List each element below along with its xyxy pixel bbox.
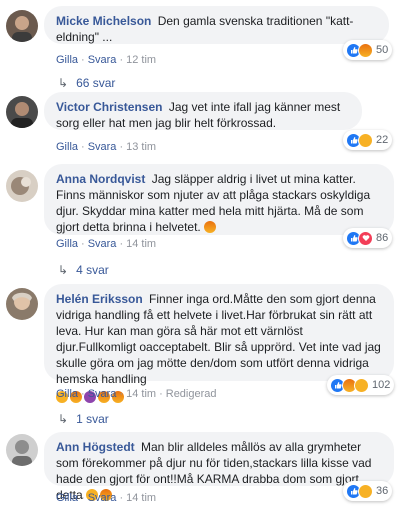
comment-author[interactable]: Ann Högstedt bbox=[56, 440, 135, 454]
comment-actions: Gilla · Svara · 13 tim bbox=[56, 141, 157, 153]
reply-arrow-icon: ↳ bbox=[58, 412, 69, 426]
reply-arrow-icon: ↳ bbox=[58, 76, 69, 90]
love-reaction-icon bbox=[358, 230, 373, 246]
comment-time[interactable]: 14 tim bbox=[126, 388, 156, 400]
comment-time[interactable]: 12 tim bbox=[126, 54, 156, 66]
angry-emoji-icon bbox=[204, 221, 217, 233]
comment-bubble: Ann Högstedt Man blir alldeles mållös av… bbox=[44, 432, 394, 502]
view-replies-link[interactable]: ↳ 4 svar bbox=[58, 263, 109, 277]
comment-bubble: Anna Nordqvist Jag släpper aldrig i live… bbox=[44, 164, 394, 235]
reaction-count: 36 bbox=[376, 485, 389, 497]
comment-time[interactable]: 13 tim bbox=[126, 141, 156, 153]
comment-time[interactable]: 14 tim bbox=[126, 238, 156, 250]
reply-link[interactable]: Svara bbox=[88, 492, 117, 504]
comment-author[interactable]: Helén Eriksson bbox=[56, 292, 143, 306]
sad-reaction-icon bbox=[358, 132, 373, 148]
comment-actions: Gilla · Svara · 14 tim bbox=[56, 238, 157, 250]
reply-link[interactable]: Svara bbox=[88, 388, 117, 400]
like-link[interactable]: Gilla bbox=[56, 54, 78, 66]
avatar[interactable] bbox=[6, 434, 38, 466]
replies-label[interactable]: 1 svar bbox=[76, 412, 109, 426]
angry-reaction-icon bbox=[358, 42, 373, 58]
avatar[interactable] bbox=[6, 96, 38, 128]
sad-reaction-icon bbox=[354, 377, 369, 393]
like-link[interactable]: Gilla bbox=[56, 388, 78, 400]
replies-label[interactable]: 4 svar bbox=[76, 263, 109, 277]
reaction-summary[interactable]: 50 bbox=[343, 40, 393, 60]
comment-actions: Gilla · Svara · 14 tim · Redigerad bbox=[56, 388, 217, 400]
comment-bubble: Victor Christensen Jag vet inte ifall ja… bbox=[44, 92, 362, 130]
comment-actions: Gilla · Svara · 12 tim bbox=[56, 54, 157, 66]
reaction-summary[interactable]: 36 bbox=[343, 481, 393, 501]
like-link[interactable]: Gilla bbox=[56, 492, 78, 504]
reply-link[interactable]: Svara bbox=[88, 238, 117, 250]
sad-reaction-icon bbox=[358, 483, 373, 499]
replies-label[interactable]: 66 svar bbox=[76, 76, 115, 90]
reaction-count: 86 bbox=[376, 232, 389, 244]
comment-text: Finner inga ord.Måtte den som gjort denn… bbox=[56, 292, 381, 386]
view-replies-link[interactable]: ↳ 1 svar bbox=[58, 412, 109, 426]
edited-label[interactable]: Redigerad bbox=[166, 388, 217, 400]
reaction-count: 102 bbox=[372, 379, 391, 391]
comment-bubble: Micke Michelson Den gamla svenska tradit… bbox=[44, 6, 389, 44]
reaction-summary[interactable]: 86 bbox=[343, 228, 393, 248]
comment-bubble: Helén Eriksson Finner inga ord.Måtte den… bbox=[44, 284, 394, 403]
reply-link[interactable]: Svara bbox=[88, 141, 117, 153]
comment-author[interactable]: Micke Michelson bbox=[56, 14, 151, 28]
avatar[interactable] bbox=[6, 288, 38, 320]
view-replies-link[interactable]: ↳ 66 svar bbox=[58, 76, 115, 90]
reply-link[interactable]: Svara bbox=[88, 54, 117, 66]
comment-author[interactable]: Victor Christensen bbox=[56, 100, 162, 114]
comment-author[interactable]: Anna Nordqvist bbox=[56, 172, 145, 186]
reply-arrow-icon: ↳ bbox=[58, 263, 69, 277]
comment-actions: Gilla · Svara · 14 tim bbox=[56, 492, 157, 504]
like-link[interactable]: Gilla bbox=[56, 141, 78, 153]
reaction-count: 22 bbox=[376, 134, 389, 146]
reaction-summary[interactable]: 22 bbox=[343, 130, 393, 150]
reaction-summary[interactable]: 102 bbox=[327, 375, 395, 395]
avatar[interactable] bbox=[6, 10, 38, 42]
like-link[interactable]: Gilla bbox=[56, 238, 78, 250]
reaction-count: 50 bbox=[376, 44, 389, 56]
comment-time[interactable]: 14 tim bbox=[126, 492, 156, 504]
avatar[interactable] bbox=[6, 170, 38, 202]
